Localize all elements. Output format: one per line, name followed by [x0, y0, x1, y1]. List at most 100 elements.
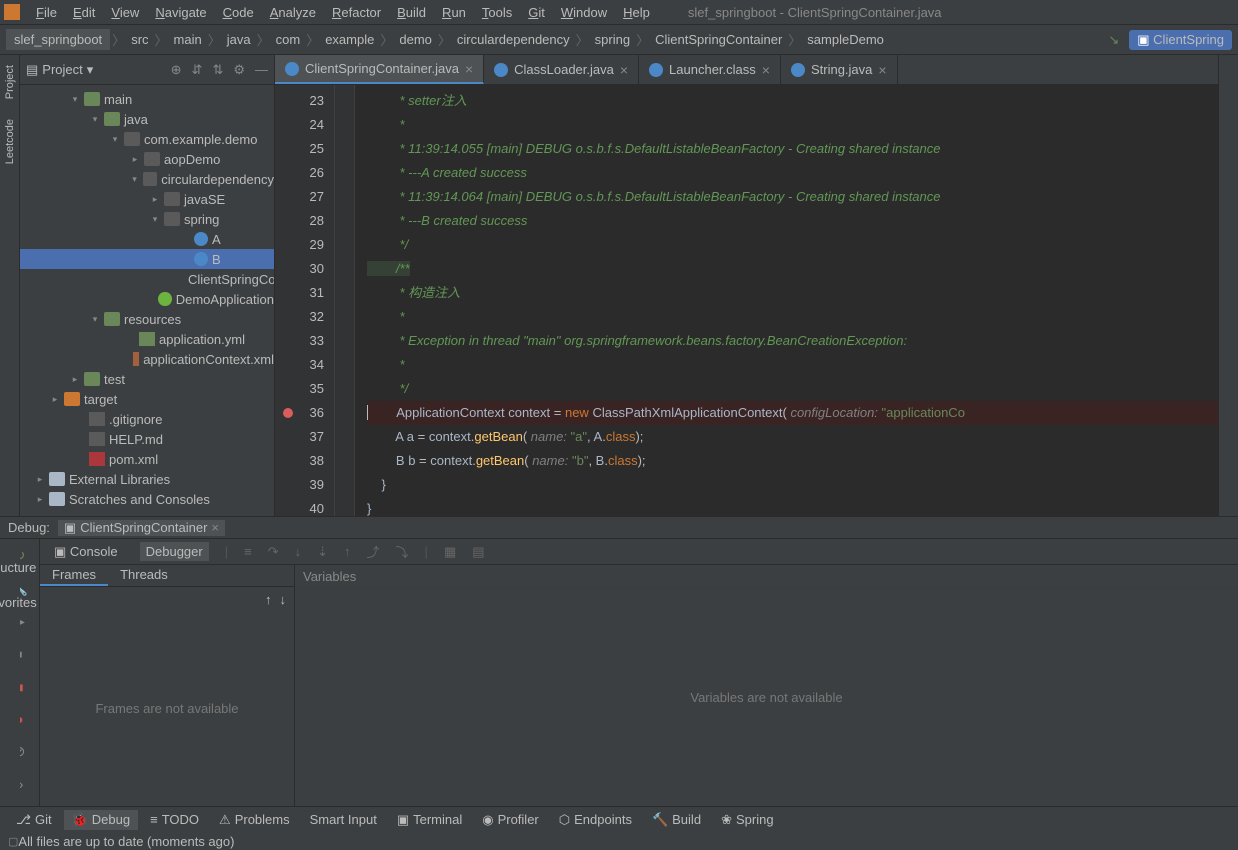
- debugger-tab[interactable]: Debugger: [140, 542, 209, 561]
- menu-code[interactable]: Code: [215, 5, 262, 20]
- tree-node[interactable]: ▸javaSE: [20, 189, 274, 209]
- tree-node[interactable]: B: [20, 249, 274, 269]
- step-out-icon[interactable]: ↓: [295, 544, 302, 559]
- layout-icon[interactable]: ▦: [444, 544, 456, 560]
- debug-session-tab[interactable]: ▣ ClientSpringContainer ×: [58, 520, 225, 536]
- menu-tools[interactable]: Tools: [474, 5, 520, 20]
- menu-help[interactable]: Help: [615, 5, 658, 20]
- bottom-tab-terminal[interactable]: ▣Terminal: [389, 810, 470, 830]
- menu-window[interactable]: Window: [553, 5, 615, 20]
- menu-git[interactable]: Git: [520, 5, 553, 20]
- tree-node[interactable]: DemoApplication: [20, 289, 274, 309]
- run-config-selector[interactable]: ▣ ClientSpring: [1129, 30, 1232, 50]
- layout2-icon[interactable]: ▤: [472, 544, 484, 560]
- project-panel-title[interactable]: ▤ Project ▾: [26, 62, 93, 78]
- sidebar-tab-structure[interactable]: Structure: [0, 560, 36, 575]
- bottom-tab-debug[interactable]: 🐞Debug: [64, 810, 139, 830]
- bottom-tab-profiler[interactable]: ◉Profiler: [474, 810, 547, 830]
- collapse-icon[interactable]: ⇅: [212, 62, 223, 78]
- tree-node[interactable]: .gitignore: [20, 409, 274, 429]
- sidebar-tab-favorites[interactable]: Favorites: [0, 595, 37, 610]
- bottom-tab-smart-input[interactable]: Smart Input: [302, 810, 385, 829]
- sidebar-tab-project[interactable]: Project: [4, 65, 16, 99]
- tree-node[interactable]: ▸test: [20, 369, 274, 389]
- breadcrumb-seg[interactable]: ClientSpringContainer: [651, 32, 786, 47]
- breakpoint-icon[interactable]: [283, 408, 293, 418]
- menu-run[interactable]: Run: [434, 5, 474, 20]
- menu-analyze[interactable]: Analyze: [262, 5, 324, 20]
- hide-icon[interactable]: —: [255, 62, 268, 78]
- breadcrumb-seg[interactable]: com: [272, 32, 305, 47]
- step-into-icon[interactable]: ↷: [268, 544, 279, 560]
- tree-node[interactable]: ▾java: [20, 109, 274, 129]
- app-logo-icon: [4, 4, 20, 20]
- editor-tab[interactable]: ClientSpringContainer.java×: [275, 55, 484, 84]
- breadcrumb-seg[interactable]: demo: [395, 32, 436, 47]
- tree-node[interactable]: ▸aopDemo: [20, 149, 274, 169]
- frames-subtab[interactable]: Frames: [40, 565, 108, 586]
- git-icon: ⎇: [16, 812, 31, 828]
- tree-node[interactable]: HELP.md: [20, 429, 274, 449]
- source-code[interactable]: * setter注入 * * 11:39:14.055 [main] DEBUG…: [355, 85, 1238, 516]
- next-frame-icon[interactable]: ↓: [280, 592, 287, 607]
- bottom-tab-problems[interactable]: ⚠Problems: [211, 810, 298, 830]
- close-icon[interactable]: ×: [620, 62, 628, 78]
- tree-node[interactable]: ▾com.example.demo: [20, 129, 274, 149]
- tree-node[interactable]: applicationContext.xml: [20, 349, 274, 369]
- breadcrumb-bar: slef_springboot〉src〉main〉java〉com〉exampl…: [0, 25, 1238, 55]
- editor-tab[interactable]: String.java×: [781, 55, 898, 84]
- breadcrumb-seg[interactable]: main: [170, 32, 206, 47]
- close-icon[interactable]: ×: [878, 62, 886, 78]
- threads-subtab[interactable]: Threads: [108, 565, 180, 586]
- settings-icon[interactable]: ⚙: [233, 62, 245, 78]
- tree-node[interactable]: ▸External Libraries: [20, 469, 274, 489]
- bottom-tab-git[interactable]: ⎇Git: [8, 810, 60, 830]
- close-icon[interactable]: ×: [465, 61, 473, 77]
- console-tab[interactable]: ▣ Console: [48, 542, 124, 562]
- tree-node[interactable]: ▾resources: [20, 309, 274, 329]
- menu-edit[interactable]: Edit: [65, 5, 103, 20]
- bottom-tab-spring[interactable]: ❀Spring: [713, 810, 781, 830]
- expand-icon[interactable]: ⇵: [192, 62, 203, 78]
- code-area[interactable]: 232425262728293031323334353637383940 * s…: [275, 85, 1238, 516]
- breadcrumb-seg[interactable]: java: [223, 32, 255, 47]
- fold-column[interactable]: [335, 85, 355, 516]
- tree-node[interactable]: ClientSpringCon: [20, 269, 274, 289]
- menu-view[interactable]: View: [103, 5, 147, 20]
- locate-icon[interactable]: ⊕: [171, 62, 182, 78]
- tree-node[interactable]: ▾circulardependency: [20, 169, 274, 189]
- tree-node[interactable]: ▸target: [20, 389, 274, 409]
- tree-node[interactable]: ▸Scratches and Consoles: [20, 489, 274, 509]
- tree-node[interactable]: ▾main: [20, 89, 274, 109]
- breadcrumb-seg[interactable]: slef_springboot: [6, 29, 110, 50]
- force-step-icon[interactable]: ⇣: [317, 544, 328, 560]
- breadcrumb-seg[interactable]: example: [321, 32, 378, 47]
- tree-node[interactable]: ▾spring: [20, 209, 274, 229]
- tree-node[interactable]: A: [20, 229, 274, 249]
- breadcrumb-seg[interactable]: sampleDemo: [803, 32, 888, 47]
- menu-file[interactable]: File: [28, 5, 65, 20]
- run-cursor-icon[interactable]: ↑: [344, 544, 351, 559]
- menu-build[interactable]: Build: [389, 5, 434, 20]
- gutter[interactable]: 232425262728293031323334353637383940: [275, 85, 335, 516]
- eval-icon[interactable]: ⤵: [396, 542, 409, 561]
- editor-tab[interactable]: ClassLoader.java×: [484, 55, 639, 84]
- editor-tab[interactable]: Launcher.class×: [639, 55, 781, 84]
- breadcrumb-seg[interactable]: spring: [591, 32, 634, 47]
- drop-frame-icon[interactable]: ⤴: [367, 542, 380, 561]
- build-icon[interactable]: ↘: [1108, 32, 1119, 48]
- project-tree[interactable]: ▾main▾java▾com.example.demo▸aopDemo▾circ…: [20, 85, 274, 516]
- sidebar-tab-leetcode[interactable]: Leetcode: [4, 119, 16, 164]
- tree-node[interactable]: pom.xml: [20, 449, 274, 469]
- breadcrumb-seg[interactable]: src: [127, 32, 152, 47]
- tree-node[interactable]: application.yml: [20, 329, 274, 349]
- prev-frame-icon[interactable]: ↑: [265, 592, 272, 607]
- step-over-icon[interactable]: ≡: [244, 544, 252, 559]
- bottom-tab-endpoints[interactable]: ⬡Endpoints: [551, 810, 640, 830]
- menu-navigate[interactable]: Navigate: [147, 5, 214, 20]
- bottom-tab-build[interactable]: 🔨Build: [644, 810, 709, 830]
- close-icon[interactable]: ×: [762, 62, 770, 78]
- bottom-tab-todo[interactable]: ≡TODO: [142, 810, 207, 829]
- breadcrumb-seg[interactable]: circulardependency: [453, 32, 574, 47]
- menu-refactor[interactable]: Refactor: [324, 5, 389, 20]
